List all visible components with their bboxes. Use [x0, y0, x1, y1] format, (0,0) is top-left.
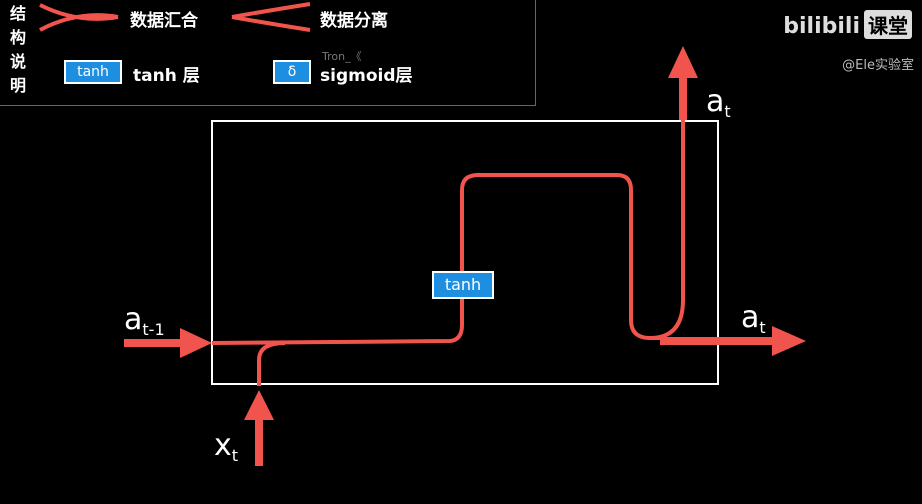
tanh-layer-box: tanh [432, 271, 494, 299]
prev-flow [211, 173, 662, 345]
output-right-label: at [741, 300, 766, 337]
input-prev-label: at-1 [124, 302, 165, 339]
output-right-base: a [741, 300, 760, 335]
output-up-label: at [706, 84, 731, 121]
input-x-sub: t [231, 446, 239, 465]
output-up-base: a [706, 84, 725, 119]
x-merge-curve [257, 341, 286, 386]
input-prev-sub: t-1 [142, 320, 165, 339]
output-up-sub: t [724, 102, 731, 121]
split-up-curve [649, 120, 685, 340]
output-right-sub: t [759, 318, 766, 337]
input-x-label: xt [214, 428, 238, 465]
input-prev-base: a [124, 302, 143, 337]
input-x-base: x [214, 428, 232, 463]
cell-frame [211, 120, 719, 385]
rnn-cell-diagram [124, 46, 806, 466]
